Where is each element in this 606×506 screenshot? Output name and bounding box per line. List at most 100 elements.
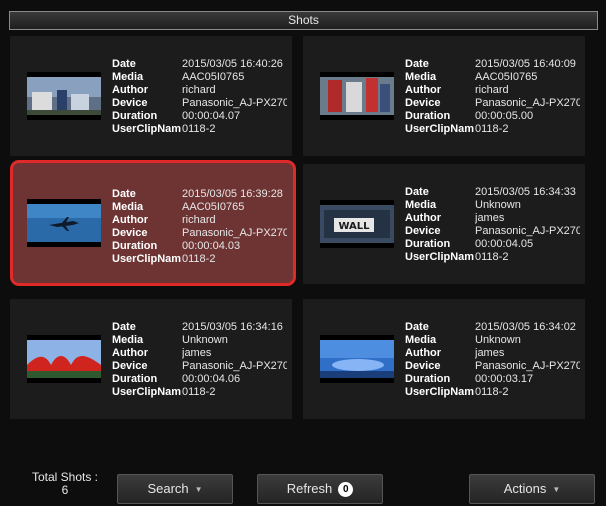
date-label: Date bbox=[112, 58, 136, 70]
duration-value: 00:00:05.00 bbox=[475, 110, 534, 122]
shot-thumbnail[interactable] bbox=[27, 72, 101, 120]
duration-label: Duration bbox=[405, 110, 451, 122]
shot-metadata: Date 2015/03/05 16:34:16 Media Unknown Aut… bbox=[112, 321, 287, 399]
date-label: Date bbox=[112, 321, 136, 333]
date-value: 2015/03/05 16:40:09 bbox=[475, 58, 576, 70]
userclip-value: 0118-2 bbox=[475, 123, 509, 135]
shot-card[interactable]: Date 2015/03/05 16:34:16 Media Unknown Aut… bbox=[10, 299, 292, 419]
media-value: Unknown bbox=[475, 199, 521, 211]
total-shots-count: 6 bbox=[61, 483, 69, 497]
author-label: Author bbox=[112, 214, 149, 226]
search-button-label: Search bbox=[147, 481, 189, 496]
duration-label: Duration bbox=[112, 240, 158, 252]
shot-thumbnail[interactable] bbox=[320, 335, 394, 383]
shot-thumbnail[interactable] bbox=[320, 72, 394, 120]
shot-thumbnail[interactable] bbox=[27, 335, 101, 383]
media-label: Media bbox=[112, 71, 144, 83]
author-label: Author bbox=[405, 84, 442, 96]
userclip-value: 0118-2 bbox=[475, 251, 509, 263]
shot-metadata: Date 2015/03/05 16:39:28 Media AAC05I0765 … bbox=[112, 188, 287, 266]
media-label: Media bbox=[405, 71, 437, 83]
device-label: Device bbox=[112, 360, 148, 372]
author-value: richard bbox=[182, 214, 216, 226]
device-label: Device bbox=[405, 97, 441, 109]
media-label: Media bbox=[112, 334, 144, 346]
userclip-value: 0118-2 bbox=[182, 386, 216, 398]
actions-button[interactable]: Actions ▼ bbox=[469, 474, 595, 504]
author-value: james bbox=[475, 212, 505, 224]
svg-text:WALL: WALL bbox=[338, 221, 370, 232]
device-label: Device bbox=[112, 227, 148, 239]
shot-metadata: Date 2015/03/05 16:34:02 Media Unknown Aut… bbox=[405, 321, 580, 399]
duration-label: Duration bbox=[405, 238, 451, 250]
duration-value: 00:00:04.06 bbox=[182, 373, 241, 385]
chevron-down-icon: ▼ bbox=[194, 484, 203, 494]
date-label: Date bbox=[405, 321, 429, 333]
refresh-button[interactable]: Refresh 0 bbox=[257, 474, 383, 504]
device-value: Panasonic_AJ-PX270_ bbox=[475, 225, 580, 237]
author-value: james bbox=[182, 347, 212, 359]
userclip-value: 0118-2 bbox=[182, 253, 216, 265]
media-value: Unknown bbox=[182, 334, 228, 346]
date-value: 2015/03/05 16:34:16 bbox=[182, 321, 283, 333]
author-value: james bbox=[475, 347, 505, 359]
device-value: Panasonic_AJ-PX270_ bbox=[475, 97, 580, 109]
shots-panel: Shots Date 2015/03/05 16:40:26 Media AAC05… bbox=[0, 0, 606, 506]
author-label: Author bbox=[405, 347, 442, 359]
author-label: Author bbox=[112, 84, 149, 96]
date-value: 2015/03/05 16:34:33 bbox=[475, 186, 576, 198]
media-value: AAC05I0765 bbox=[182, 201, 245, 213]
date-label: Date bbox=[112, 188, 136, 200]
shot-card[interactable]: Date 2015/03/05 16:34:02 Media Unknown Aut… bbox=[303, 299, 585, 419]
device-value: Panasonic_AJ-PX270_ bbox=[182, 97, 287, 109]
shot-metadata: Date 2015/03/05 16:40:09 Media AAC05I0765 … bbox=[405, 58, 580, 136]
shot-card[interactable]: Date 2015/03/05 16:40:26 Media AAC05I0765 … bbox=[10, 36, 292, 156]
userclip-label: UserClipNam bbox=[112, 123, 182, 135]
date-label: Date bbox=[405, 58, 429, 70]
shot-thumbnail[interactable]: WALL bbox=[320, 200, 394, 248]
date-value: 2015/03/05 16:34:02 bbox=[475, 321, 576, 333]
duration-label: Duration bbox=[405, 373, 451, 385]
duration-label: Duration bbox=[112, 110, 158, 122]
shot-metadata: Date 2015/03/05 16:34:33 Media Unknown Aut… bbox=[405, 186, 580, 264]
date-value: 2015/03/05 16:39:28 bbox=[182, 188, 283, 200]
duration-label: Duration bbox=[112, 373, 158, 385]
userclip-label: UserClipNam bbox=[405, 251, 475, 263]
media-label: Media bbox=[405, 199, 437, 211]
userclip-value: 0118-2 bbox=[475, 386, 509, 398]
duration-value: 00:00:03.17 bbox=[475, 373, 534, 385]
device-value: Panasonic_AJ-PX270_ bbox=[475, 360, 580, 372]
shot-metadata: Date 2015/03/05 16:40:26 Media AAC05I0765 … bbox=[112, 58, 287, 136]
duration-value: 00:00:04.05 bbox=[475, 238, 534, 250]
author-value: richard bbox=[475, 84, 509, 96]
refresh-button-label: Refresh bbox=[286, 481, 333, 496]
author-label: Author bbox=[405, 212, 442, 224]
chevron-down-icon: ▼ bbox=[552, 484, 561, 494]
duration-value: 00:00:04.03 bbox=[182, 240, 241, 252]
shot-thumbnail[interactable] bbox=[27, 199, 101, 247]
userclip-value: 0118-2 bbox=[182, 123, 216, 135]
device-label: Device bbox=[112, 97, 148, 109]
date-label: Date bbox=[405, 186, 429, 198]
userclip-label: UserClipNam bbox=[405, 123, 475, 135]
shot-card[interactable]: Date 2015/03/05 16:40:09 Media AAC05I0765 … bbox=[303, 36, 585, 156]
shot-card-selected[interactable]: Date 2015/03/05 16:39:28 Media AAC05I0765 … bbox=[10, 160, 296, 286]
userclip-label: UserClipNam bbox=[112, 253, 182, 265]
panel-title: Shots bbox=[9, 11, 598, 30]
media-value: AAC05I0765 bbox=[182, 71, 245, 83]
author-label: Author bbox=[112, 347, 149, 359]
shot-card[interactable]: WALL Date 2015/03/05 16:34:33 Media Unknow… bbox=[303, 164, 585, 284]
media-label: Media bbox=[405, 334, 437, 346]
duration-value: 00:00:04.07 bbox=[182, 110, 241, 122]
device-value: Panasonic_AJ-PX270_ bbox=[182, 360, 287, 372]
date-value: 2015/03/05 16:40:26 bbox=[182, 58, 283, 70]
device-label: Device bbox=[405, 360, 441, 372]
author-value: richard bbox=[182, 84, 216, 96]
media-label: Media bbox=[112, 201, 144, 213]
media-value: Unknown bbox=[475, 334, 521, 346]
shots-grid: Date 2015/03/05 16:40:26 Media AAC05I0765 … bbox=[10, 36, 596, 451]
search-button[interactable]: Search ▼ bbox=[117, 474, 233, 504]
media-value: AAC05I0765 bbox=[475, 71, 538, 83]
refresh-count-badge: 0 bbox=[338, 482, 354, 498]
userclip-label: UserClipNam bbox=[112, 386, 182, 398]
